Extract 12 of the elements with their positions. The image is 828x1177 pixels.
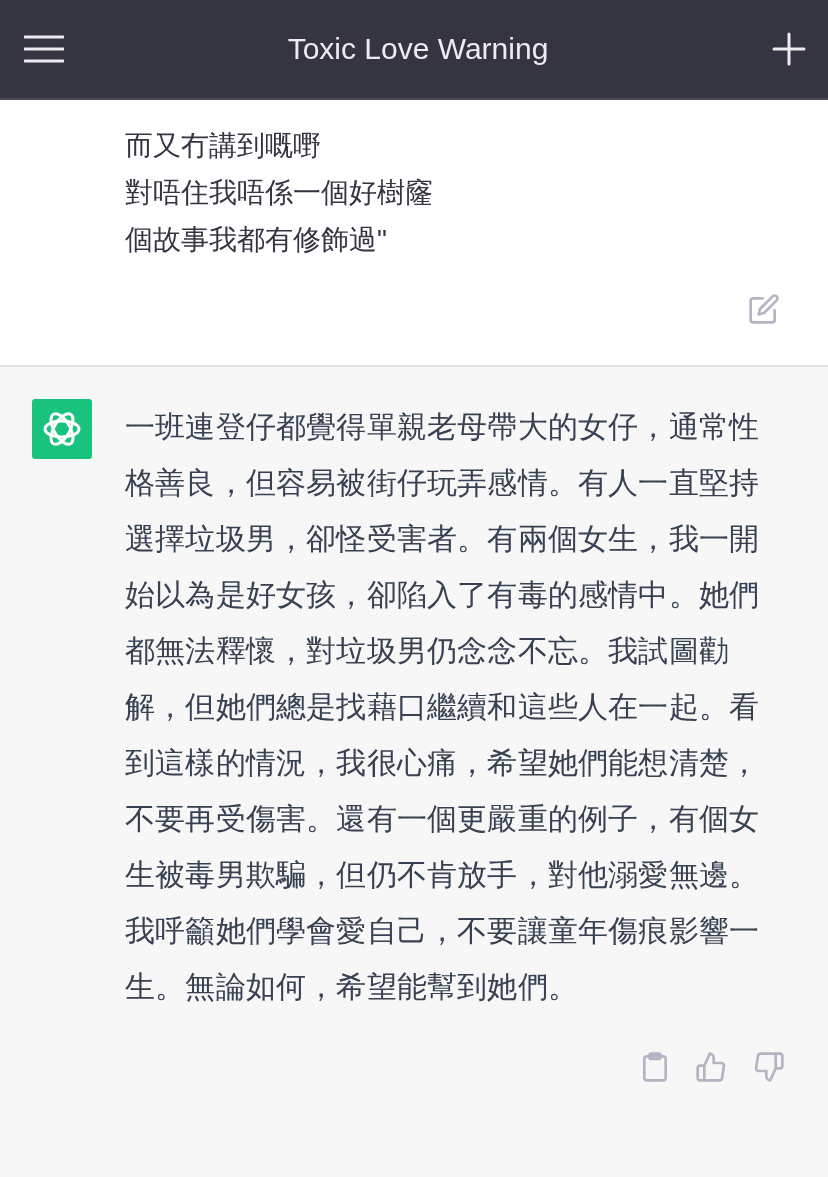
chat-title: Toxic Love Warning bbox=[287, 32, 549, 66]
clipboard-icon[interactable] bbox=[641, 1051, 669, 1083]
message-line: 對唔住我唔係一個好樹窿 bbox=[125, 176, 433, 210]
thumbs-up-icon[interactable] bbox=[695, 1051, 727, 1083]
message-line: 而又冇講到嘅嘢 bbox=[125, 129, 321, 163]
assistant-reply: 一班連登仔都覺得單親老母帶大的女仔，通常性格善良，但容易被街仔玩弄感情。有人一直堅持選擇垃圾男，卻怪受害者。有兩個女生，我一開始以為是好女孩，卻陷入了有毒的感情中。她們都無法釋懷，對垃圾男仍念念不忘。我試圖勸解，但她們總是找藉口繼續和這些人在一起。看到這樣的情況，我很心痛，希望她們能想清楚，不要再受傷害。還有一個更嚴重的例子，有個女生被毒男欺騙，但仍不肯放手，對他溺愛無邊。我呼籲她們學會愛自己，不要讓童年傷痕影響一生。無論如何，希望能幫到她們。 bbox=[125, 409, 761, 1005]
thumbs-down-icon[interactable] bbox=[753, 1051, 785, 1083]
plus-icon[interactable] bbox=[772, 32, 806, 66]
message-line: 個故事我都有修飾過" bbox=[125, 223, 387, 257]
assistant-logo bbox=[32, 399, 92, 459]
edit-icon[interactable] bbox=[748, 293, 780, 325]
menu-icon[interactable] bbox=[24, 34, 64, 64]
